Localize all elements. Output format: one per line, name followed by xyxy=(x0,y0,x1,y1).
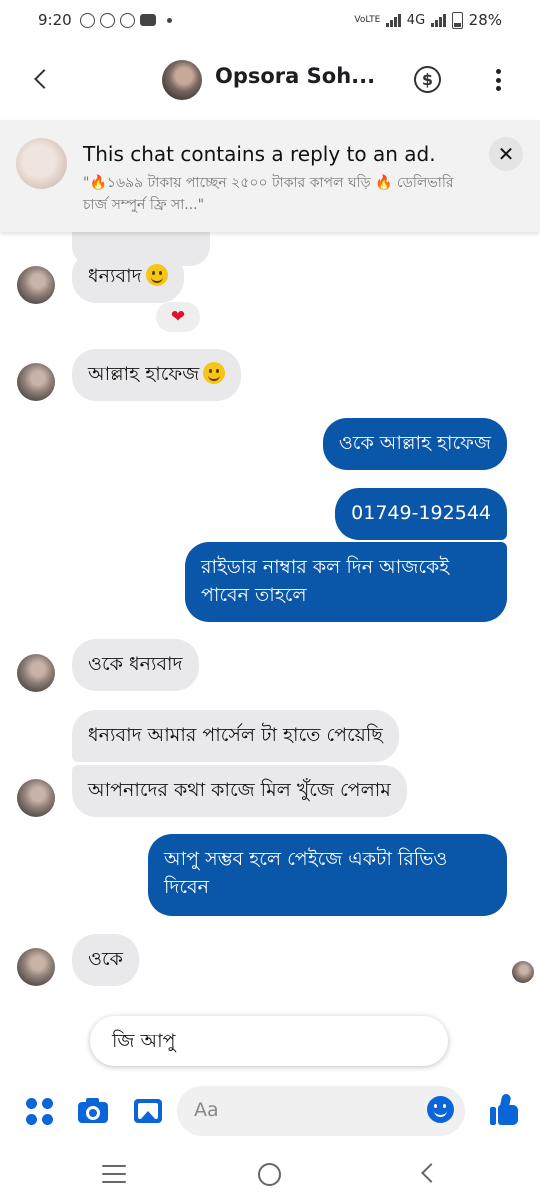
gallery-icon[interactable] xyxy=(133,1096,163,1126)
sender-avatar[interactable] xyxy=(17,363,55,401)
contact-name[interactable]: Opsora Soh... xyxy=(215,64,375,88)
sender-avatar[interactable] xyxy=(17,266,55,304)
notification-icons xyxy=(79,12,172,28)
message-composer: Aa xyxy=(0,1084,540,1138)
message-bubble-outgoing[interactable]: রাইডার নাম্বার কল দিন আজকেই পাবেন তাহলে xyxy=(185,542,507,622)
sender-avatar[interactable] xyxy=(17,654,55,692)
signal-icon-2 xyxy=(431,13,446,27)
message-input-placeholder: Aa xyxy=(194,1099,219,1121)
message-text: ওকে আল্লাহ হাফেজ xyxy=(338,432,491,454)
message-text: ধন্যবাদ xyxy=(88,265,142,287)
smile-emoji-icon xyxy=(145,264,168,286)
message-bubble-incoming[interactable]: আপনাদের কথা কাজে মিল খুঁজে পেলাম xyxy=(72,765,407,817)
home-icon[interactable] xyxy=(258,1163,281,1186)
battery-percent: 28% xyxy=(468,11,502,29)
back-button[interactable] xyxy=(26,64,56,94)
message-bubble-incoming[interactable]: ওকে xyxy=(72,934,139,986)
network-label: 4G xyxy=(406,12,426,28)
sender-avatar[interactable] xyxy=(17,779,55,817)
contact-avatar[interactable] xyxy=(162,60,202,100)
chat-header: Opsora Soh... $ xyxy=(0,40,540,120)
camera-icon[interactable] xyxy=(78,1096,108,1126)
payment-button[interactable]: $ xyxy=(414,66,441,93)
message-reaction[interactable]: ❤ xyxy=(156,302,200,332)
message-text: আপনাদের কথা কাজে মিল খুঁজে পেলাম xyxy=(88,779,391,801)
message-text: 01749-192544 xyxy=(351,502,491,524)
message-bubble-outgoing[interactable]: 01749-192544 xyxy=(335,488,507,540)
close-icon: ✕ xyxy=(497,142,515,166)
message-text: আল্লাহ হাফেজ xyxy=(88,363,200,385)
message-bubble-outgoing[interactable]: আপু সম্ভব হলে পেইজে একটা রিভিও দিবেন xyxy=(148,834,507,916)
thumbs-up-icon[interactable] xyxy=(489,1093,521,1125)
message-text: রাইডার নাম্বার কল দিন আজকেই পাবেন তাহলে xyxy=(201,556,450,606)
nav-back-icon[interactable] xyxy=(421,1163,441,1183)
heart-icon: ❤ xyxy=(170,307,186,327)
ad-thumbnail xyxy=(16,138,67,189)
message-text: ওকে ধন্যবাদ xyxy=(88,653,183,675)
apps-menu-icon[interactable] xyxy=(24,1096,54,1126)
more-dot-icon xyxy=(495,77,501,83)
message-text: ধন্যবাদ আমার পার্সেল টা হাতে পেয়েছি xyxy=(88,724,383,746)
message-bubble-outgoing[interactable]: ওকে আল্লাহ হাফেজ xyxy=(322,418,507,470)
close-banner-button[interactable]: ✕ xyxy=(489,137,523,171)
volte-label: VoLTE xyxy=(354,14,381,25)
more-dot-icon xyxy=(495,69,501,74)
whatsapp-icon xyxy=(79,12,95,28)
ad-banner-snippet: "🔥১৬৯৯ টাকায় পাচ্ছেন ২৫০০ টাকার কাপল ঘড… xyxy=(83,175,454,213)
dollar-icon: $ xyxy=(421,70,434,89)
tiktok-icon xyxy=(119,12,135,28)
status-time: 9:20 xyxy=(38,11,72,29)
messenger-notification-icon xyxy=(99,12,115,28)
ad-reply-banner[interactable]: This chat contains a reply to an ad. "🔥১… xyxy=(0,120,540,232)
suggested-reply-chip[interactable]: জি আপু xyxy=(90,1016,448,1066)
status-left: 9:20 xyxy=(38,11,172,29)
battery-icon xyxy=(451,11,463,29)
status-right: VoLTE 4G 28% xyxy=(354,11,502,29)
more-dot-icon xyxy=(495,86,501,91)
message-input[interactable]: Aa xyxy=(177,1086,465,1136)
signal-icon xyxy=(386,13,401,27)
message-bubble-incoming[interactable]: ওকে ধন্যবাদ xyxy=(72,639,199,691)
message-text: আপু সম্ভব হলে পেইজে একটা রিভিও দিবেন xyxy=(164,848,448,898)
system-nav-bar xyxy=(0,1146,540,1204)
message-bubble-incoming[interactable]: ধন্যবাদ xyxy=(72,251,184,303)
recent-apps-icon[interactable] xyxy=(102,1165,126,1183)
sender-avatar[interactable] xyxy=(17,948,55,986)
more-options-button[interactable] xyxy=(489,66,507,94)
status-bar: 9:20 VoLTE 4G 28% xyxy=(0,0,540,40)
chevron-left-icon xyxy=(34,69,54,89)
youtube-icon xyxy=(139,14,156,26)
message-bubble-incoming[interactable]: ধন্যবাদ আমার পার্সেল টা হাতে পেয়েছি xyxy=(72,710,399,762)
ad-banner-title: This chat contains a reply to an ad. xyxy=(83,142,436,166)
smile-emoji-icon xyxy=(203,362,226,384)
message-bubble-incoming[interactable]: আল্লাহ হাফেজ xyxy=(72,349,242,401)
message-text: ওকে xyxy=(88,948,123,970)
read-receipt-avatar xyxy=(512,961,534,983)
more-notifications-dot-icon xyxy=(166,17,172,23)
emoji-picker-icon[interactable] xyxy=(427,1096,454,1123)
